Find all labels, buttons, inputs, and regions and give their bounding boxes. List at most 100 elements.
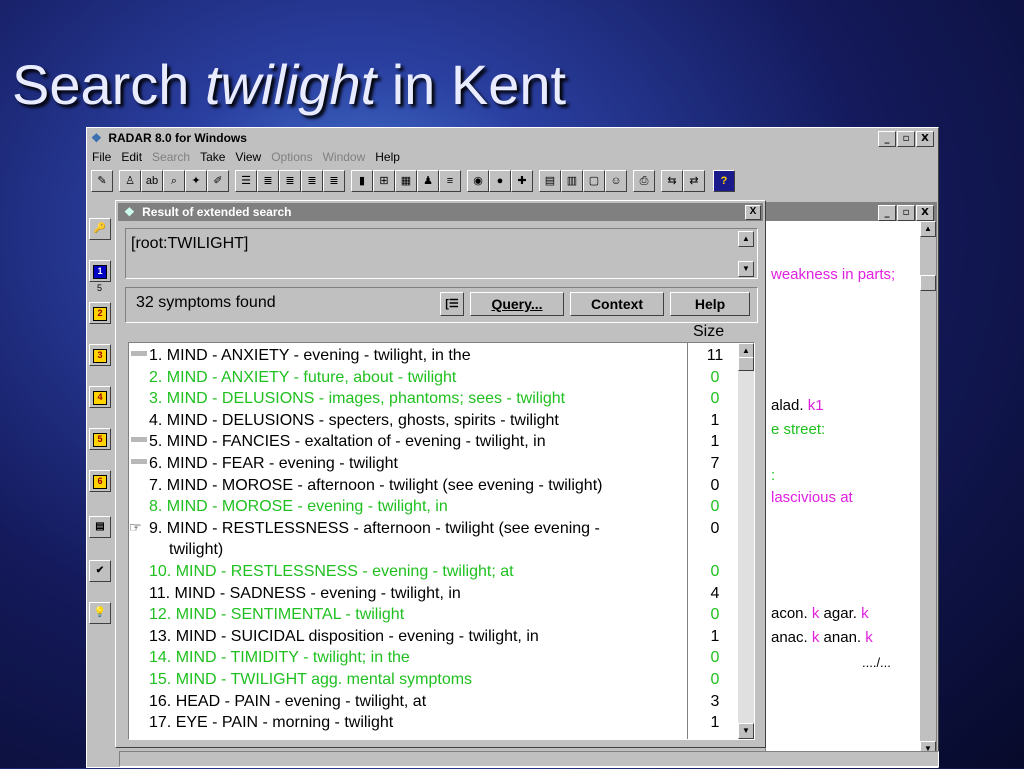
document-icon[interactable]: ▤ bbox=[89, 516, 111, 538]
close-button[interactable]: X bbox=[916, 131, 934, 147]
context-button[interactable]: Context bbox=[570, 292, 664, 316]
bg-text: anac. bbox=[771, 629, 808, 646]
toolbar-icon-3[interactable]: ab bbox=[141, 170, 163, 192]
toolbar-icon-22[interactable]: ▢ bbox=[583, 170, 605, 192]
list-options-icon[interactable]: [☰ bbox=[440, 292, 464, 316]
background-document-window: _ ▫ X ▲ ▼ weakness in parts; alad. k1 e st… bbox=[765, 202, 937, 758]
row-marker bbox=[131, 459, 147, 464]
bg-line-4: : bbox=[771, 467, 775, 484]
chapter-6-icon: 6 bbox=[93, 475, 107, 489]
query-box[interactable]: [root:TWILIGHT] ▲ ▼ bbox=[125, 228, 758, 279]
check-icon[interactable]: ✔ bbox=[89, 560, 111, 582]
left-toolbar: 🔑 1 2 3 4 5 6 5 ▤ ✔ 💡 bbox=[87, 200, 115, 769]
toolbar-icon-4[interactable]: ⌕ bbox=[163, 170, 185, 192]
chapter-2-button[interactable]: 2 bbox=[89, 302, 111, 324]
toolbar-icon-15[interactable]: ♟ bbox=[417, 170, 439, 192]
symptom-size: 1 bbox=[710, 411, 720, 429]
toolbar-icon-19[interactable]: ✚ bbox=[511, 170, 533, 192]
found-bar: 32 symptoms found [☰ Query... Context He… bbox=[125, 287, 758, 323]
help-button[interactable]: Help bbox=[670, 292, 750, 316]
status-bar bbox=[119, 751, 939, 767]
toolbar-icon-23[interactable]: ☺ bbox=[605, 170, 627, 192]
toolbar-icon-24[interactable]: ⎙ bbox=[633, 170, 655, 192]
menu-options[interactable]: Options bbox=[271, 150, 312, 164]
symptom-label: 14. MIND - TIMIDITY - twilight; in the bbox=[149, 649, 410, 667]
symptom-label: 13. MIND - SUICIDAL disposition - evenin… bbox=[149, 627, 539, 645]
toolbar-icon-13[interactable]: ⊞ bbox=[373, 170, 395, 192]
symptom-size: 0 bbox=[710, 671, 720, 688]
toolbar-icon-25[interactable]: ⇆ bbox=[661, 170, 683, 192]
toolbar: ✎ ♙ ab ⌕ ✦ ✐ ☰ ≣ ≣ ≣ ≣ ▮ ⊞ ▦ ♟ ≡ ◉ ● ✚ ▤ ▥ ▢ ☺ ⎙ ⇆ ⇄? bbox=[89, 170, 936, 196]
bg-text: e street: bbox=[771, 421, 826, 438]
symptom-list[interactable]: ▲ ▼ 1. MIND - ANXIETY - evening - twilig… bbox=[128, 342, 755, 740]
toolbar-icon-2[interactable]: ♙ bbox=[119, 170, 141, 192]
menu-take[interactable]: Take bbox=[200, 150, 225, 164]
pointing-hand-icon: ☞ bbox=[129, 518, 142, 535]
bg-minimize-button[interactable]: _ bbox=[878, 205, 896, 221]
bg-line-2: alad. k1 bbox=[771, 397, 824, 414]
query-button[interactable]: Query... bbox=[470, 292, 564, 316]
toolbar-icon-7[interactable]: ☰ bbox=[235, 170, 257, 192]
menu-search[interactable]: Search bbox=[152, 150, 190, 164]
dialog-close-button[interactable]: X bbox=[745, 205, 761, 220]
chapter-5-button[interactable]: 5 bbox=[89, 428, 111, 450]
bg-close-button[interactable]: X bbox=[916, 205, 934, 221]
toolbar-icon-11[interactable]: ≣ bbox=[323, 170, 345, 192]
minimize-button[interactable]: _ bbox=[878, 131, 896, 147]
query-scroll-up-icon[interactable]: ▲ bbox=[738, 231, 754, 247]
toolbar-icon-20[interactable]: ▤ bbox=[539, 170, 561, 192]
toolbar-icon-12[interactable]: ▮ bbox=[351, 170, 373, 192]
chapter-3-icon: 3 bbox=[93, 349, 107, 363]
help-icon[interactable]: ? bbox=[713, 170, 735, 192]
query-scroll-down-icon[interactable]: ▼ bbox=[738, 261, 754, 277]
bg-text: ..../... bbox=[862, 655, 891, 670]
chapter-6-button[interactable]: 6 bbox=[89, 470, 111, 492]
maximize-button[interactable]: ▫ bbox=[897, 131, 915, 147]
menu-view[interactable]: View bbox=[235, 150, 261, 164]
toolbar-icon-21[interactable]: ▥ bbox=[561, 170, 583, 192]
chapter-4-button[interactable]: 4 bbox=[89, 386, 111, 408]
query-button-label: Query... bbox=[491, 296, 543, 312]
bg-maximize-button[interactable]: ▫ bbox=[897, 205, 915, 221]
query-text: [root:TWILIGHT] bbox=[131, 235, 249, 252]
lightbulb-icon[interactable]: 💡 bbox=[89, 602, 111, 624]
toolbar-icon-6[interactable]: ✐ bbox=[207, 170, 229, 192]
toolbar-icon-5[interactable]: ✦ bbox=[185, 170, 207, 192]
toolbar-icon-14[interactable]: ▦ bbox=[395, 170, 417, 192]
key-icon[interactable]: 🔑 bbox=[89, 218, 111, 240]
bg-scroll-thumb[interactable] bbox=[920, 275, 936, 291]
menu-file[interactable]: File bbox=[92, 150, 111, 164]
toolbar-icon-16[interactable]: ≡ bbox=[439, 170, 461, 192]
symptom-label: 16. HEAD - PAIN - evening - twilight, at bbox=[149, 692, 427, 710]
symptom-size: 1 bbox=[710, 627, 720, 645]
menu-window[interactable]: Window bbox=[323, 150, 366, 164]
grade-mark: k1 bbox=[803, 397, 824, 414]
size-column-header: Size bbox=[693, 323, 725, 340]
symptom-label: 9. MIND - RESTLESSNESS - afternoon - twi… bbox=[149, 519, 600, 537]
bg-scroll-up-icon[interactable]: ▲ bbox=[920, 221, 936, 237]
bg-scrollbar[interactable]: ▲ ▼ bbox=[920, 221, 936, 757]
dialog-app-icon: ❖ bbox=[124, 205, 135, 219]
chapter-1-button[interactable]: 1 bbox=[89, 260, 111, 282]
menu-help[interactable]: Help bbox=[375, 150, 400, 164]
toolbar-icon-17[interactable]: ◉ bbox=[467, 170, 489, 192]
query-scrollbar[interactable]: ▲ ▼ bbox=[738, 231, 754, 277]
bg-line-3: e street: bbox=[771, 421, 825, 438]
chapter-3-button[interactable]: 3 bbox=[89, 344, 111, 366]
symptom-size: 0 bbox=[710, 606, 720, 624]
toolbar-icon-1[interactable]: ✎ bbox=[91, 170, 113, 192]
bg-text: weakness in parts; bbox=[771, 266, 896, 283]
toolbar-icon-8[interactable]: ≣ bbox=[257, 170, 279, 192]
toolbar-icon-26[interactable]: ⇄ bbox=[683, 170, 705, 192]
toolbar-icon-10[interactable]: ≣ bbox=[301, 170, 323, 192]
toolbar-icon-18[interactable]: ● bbox=[489, 170, 511, 192]
toolbar-icon-9[interactable]: ≣ bbox=[279, 170, 301, 192]
background-window-header: _ ▫ X bbox=[766, 203, 936, 221]
grade-mark: k bbox=[856, 605, 869, 622]
symptom-size: 4 bbox=[710, 584, 720, 602]
symptom-label: 1. MIND - ANXIETY - evening - twilight, … bbox=[149, 347, 471, 364]
chapter-5-icon: 5 bbox=[93, 433, 107, 447]
chapter-2-icon: 2 bbox=[93, 307, 107, 321]
symptom-label: 7. MIND - MOROSE - afternoon - twilight … bbox=[149, 476, 603, 494]
menu-edit[interactable]: Edit bbox=[121, 150, 142, 164]
